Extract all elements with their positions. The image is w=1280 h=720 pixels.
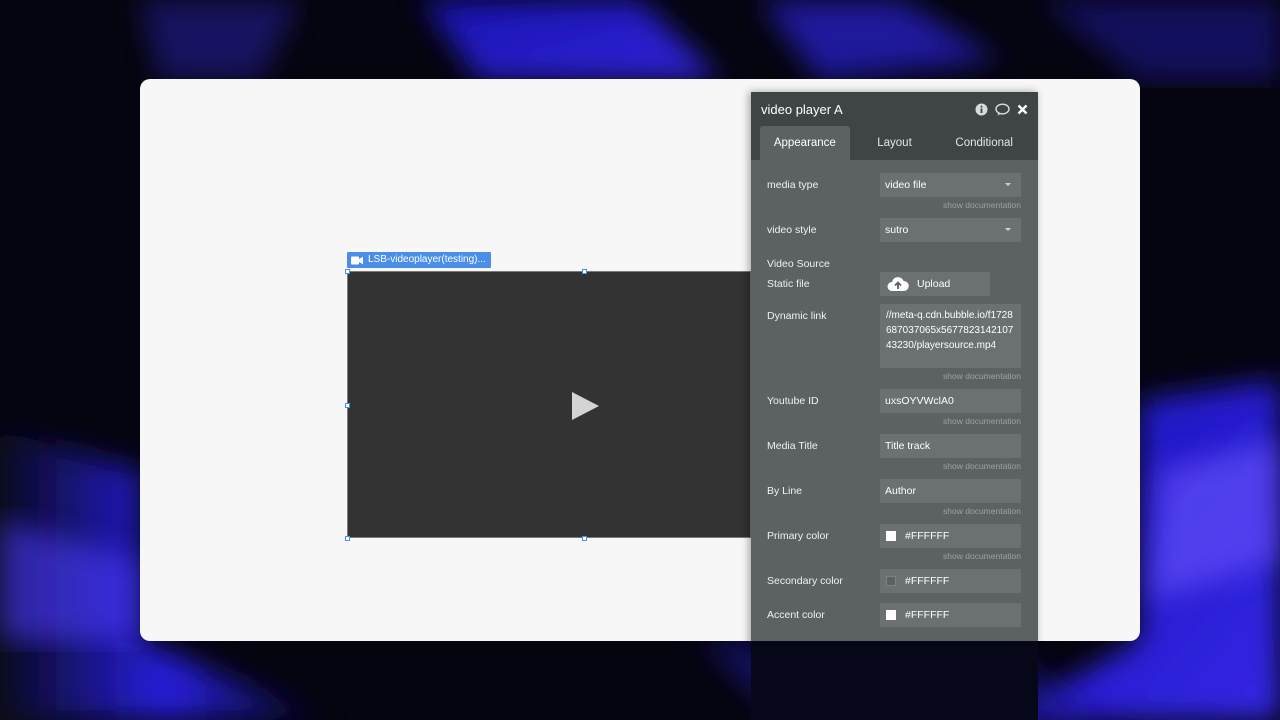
secondary-color-field[interactable]: #FFFFFF — [880, 569, 1021, 593]
video-player-element[interactable] — [347, 271, 751, 538]
resize-handle-top-left[interactable] — [345, 269, 350, 274]
primary-color-swatch[interactable] — [886, 531, 896, 541]
accent-color-value: #FFFFFF — [905, 609, 950, 621]
chevron-down-icon — [1005, 183, 1011, 186]
primary-color-value: #FFFFFF — [905, 530, 950, 542]
resize-handle-middle-left[interactable] — [345, 403, 350, 408]
video-source-heading: Video Source — [767, 258, 830, 270]
resize-handle-bottom-center[interactable] — [582, 536, 587, 541]
show-documentation-link[interactable]: show documentation — [943, 371, 1021, 381]
info-icon[interactable] — [975, 103, 988, 116]
panel-header: video player A — [751, 92, 1038, 126]
secondary-color-label: Secondary color — [767, 575, 843, 587]
panel-title: video player A — [761, 101, 843, 117]
static-file-label: Static file — [767, 278, 810, 290]
dynamic-link-label: Dynamic link — [767, 310, 827, 322]
media-type-value: video file — [885, 179, 927, 191]
accent-color-label: Accent color — [767, 609, 825, 621]
media-title-value: Title track — [885, 440, 931, 452]
video-style-dropdown[interactable]: sutro — [880, 218, 1021, 242]
by-line-label: By Line — [767, 485, 803, 497]
secondary-color-swatch[interactable] — [886, 576, 896, 586]
primary-color-field[interactable]: #FFFFFF — [880, 524, 1021, 548]
secondary-color-value: #FFFFFF — [905, 575, 950, 587]
accent-color-field[interactable]: #FFFFFF — [880, 603, 1021, 627]
youtube-id-label: Youtube ID — [767, 395, 819, 407]
by-line-field[interactable]: Author — [880, 479, 1021, 503]
play-icon[interactable] — [570, 391, 600, 421]
video-style-value: sutro — [885, 224, 909, 236]
media-type-label: media type — [767, 179, 819, 191]
property-editor-panel: video player A Appearance Layout Conditi… — [751, 92, 1038, 652]
upload-button[interactable]: Upload — [880, 272, 990, 296]
tab-conditional[interactable]: Conditional — [939, 126, 1029, 160]
panel-tabs: Appearance Layout Conditional — [751, 126, 1038, 160]
close-icon[interactable] — [1017, 104, 1028, 115]
tab-layout[interactable]: Layout — [850, 126, 940, 160]
by-line-value: Author — [885, 485, 916, 497]
youtube-id-value: uxsOYVWclA0 — [885, 395, 954, 407]
show-documentation-link[interactable]: show documentation — [943, 461, 1021, 471]
tab-appearance[interactable]: Appearance — [760, 126, 850, 160]
upload-button-label: Upload — [917, 278, 951, 290]
cloud-upload-icon — [887, 277, 909, 291]
media-type-dropdown[interactable]: video file — [880, 173, 1021, 197]
show-documentation-link[interactable]: show documentation — [943, 506, 1021, 516]
show-documentation-link[interactable]: show documentation — [943, 416, 1021, 426]
comment-icon[interactable] — [995, 102, 1010, 116]
element-name-tag[interactable]: LSB-videoplayer(testing)... — [347, 252, 491, 268]
youtube-id-field[interactable]: uxsOYVWclA0 — [880, 389, 1021, 413]
video-style-label: video style — [767, 224, 817, 236]
show-documentation-link[interactable]: show documentation — [943, 551, 1021, 561]
video-camera-icon — [351, 256, 363, 264]
primary-color-label: Primary color — [767, 530, 829, 542]
resize-handle-bottom-left[interactable] — [345, 536, 350, 541]
media-title-label: Media Title — [767, 440, 818, 452]
accent-color-swatch[interactable] — [886, 610, 896, 620]
element-name-label: LSB-videoplayer(testing)... — [368, 254, 486, 265]
media-title-field[interactable]: Title track — [880, 434, 1021, 458]
resize-handle-top-center[interactable] — [582, 269, 587, 274]
background-overlay — [751, 641, 1038, 720]
dynamic-link-field[interactable]: //meta-q.cdn.bubble.io/f1728687037065x56… — [880, 304, 1021, 368]
chevron-down-icon — [1005, 228, 1011, 231]
show-documentation-link[interactable]: show documentation — [943, 200, 1021, 210]
